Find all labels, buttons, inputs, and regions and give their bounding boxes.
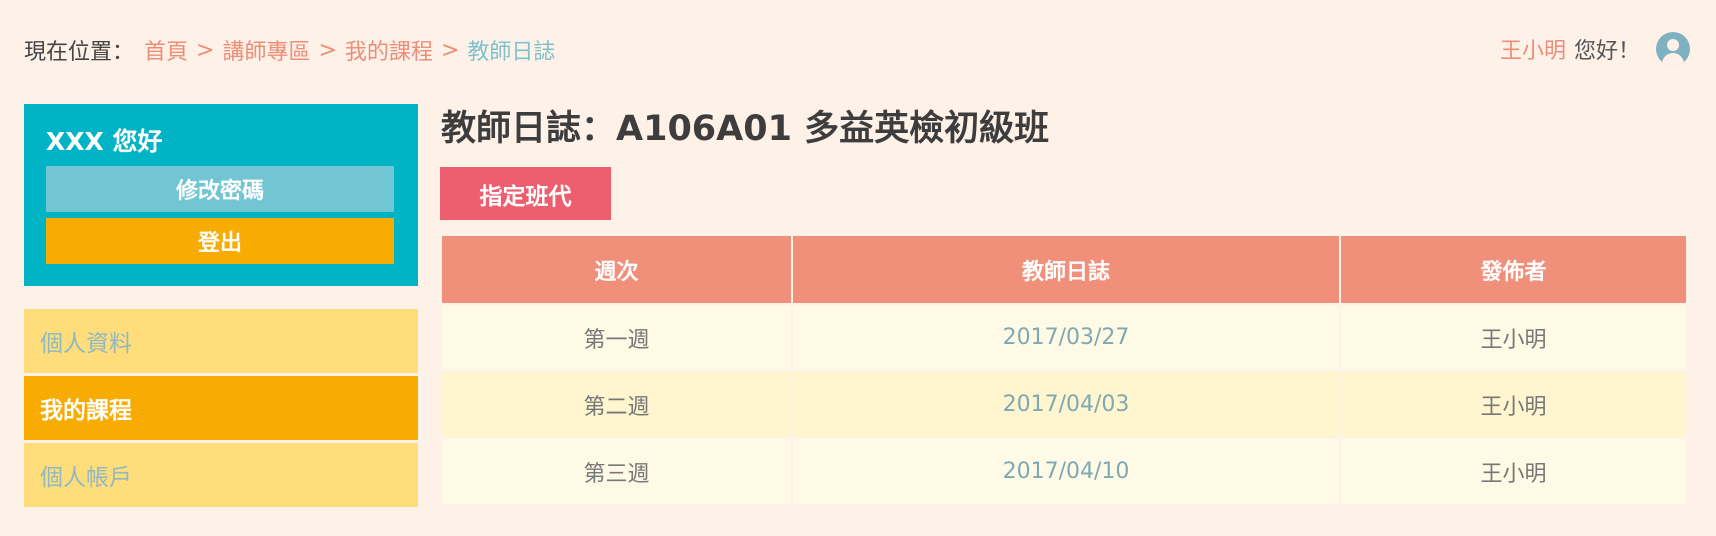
user-panel: XXX 您好 修改密碼 登出 — [24, 104, 418, 286]
sidebar-item-my-courses[interactable]: 我的課程 — [24, 376, 418, 440]
column-header-publisher: 發佈者 — [1340, 236, 1686, 304]
logout-button[interactable]: 登出 — [46, 218, 394, 264]
week-cell: 第三週 — [442, 437, 793, 504]
week-cell: 第一週 — [442, 303, 793, 371]
breadcrumb-courses-link[interactable]: 我的課程 — [345, 34, 433, 66]
journal-date-link[interactable]: 2017/04/10 — [792, 437, 1341, 504]
breadcrumb-instructor-link[interactable]: 講師專區 — [222, 34, 310, 66]
sidebar-menu: 個人資料 我的課程 個人帳戶 — [24, 309, 418, 510]
greeting-text: 您好！ — [1573, 39, 1640, 64]
page-title: 教師日誌：A106A01 多益英檢初級班 — [441, 109, 1050, 149]
journal-table: 週次 教師日誌 發佈者 第一週 2017/03/27 王小明 第二週 2017/… — [442, 236, 1686, 504]
change-password-button[interactable]: 修改密碼 — [46, 166, 394, 212]
breadcrumb-current: 教師日誌 — [467, 40, 556, 65]
breadcrumb-prefix: 現在位置： — [24, 40, 135, 65]
journal-date-link[interactable]: 2017/03/27 — [792, 303, 1341, 371]
table-row: 第一週 2017/03/27 王小明 — [442, 303, 1686, 371]
sidebar-item-account[interactable]: 個人帳戶 — [24, 443, 418, 507]
table-header-row: 週次 教師日誌 發佈者 — [442, 236, 1686, 304]
user-greeting: 王小明 您好！ — [1500, 32, 1690, 66]
user-name-link[interactable]: 王小明 — [1500, 33, 1566, 65]
journal-date-link[interactable]: 2017/04/03 — [792, 370, 1341, 438]
publisher-cell: 王小明 — [1340, 370, 1686, 438]
breadcrumb: 現在位置： 首頁 > 講師專區 > 我的課程 > 教師日誌 — [24, 34, 555, 66]
week-cell: 第二週 — [442, 370, 793, 438]
sidebar-item-profile[interactable]: 個人資料 — [24, 309, 418, 373]
breadcrumb-separator: > — [440, 37, 460, 63]
user-avatar-icon[interactable] — [1656, 32, 1690, 66]
breadcrumb-home-link[interactable]: 首頁 — [144, 34, 188, 66]
column-header-journal: 教師日誌 — [792, 236, 1341, 304]
publisher-cell: 王小明 — [1340, 437, 1686, 504]
breadcrumb-separator: > — [196, 37, 215, 63]
assign-class-rep-button[interactable]: 指定班代 — [440, 167, 611, 220]
table-row: 第三週 2017/04/10 王小明 — [442, 437, 1686, 504]
column-header-week: 週次 — [442, 236, 793, 304]
welcome-text: XXX 您好 — [46, 127, 163, 156]
breadcrumb-separator: > — [318, 37, 337, 63]
publisher-cell: 王小明 — [1340, 303, 1686, 371]
table-row: 第二週 2017/04/03 王小明 — [442, 370, 1686, 438]
